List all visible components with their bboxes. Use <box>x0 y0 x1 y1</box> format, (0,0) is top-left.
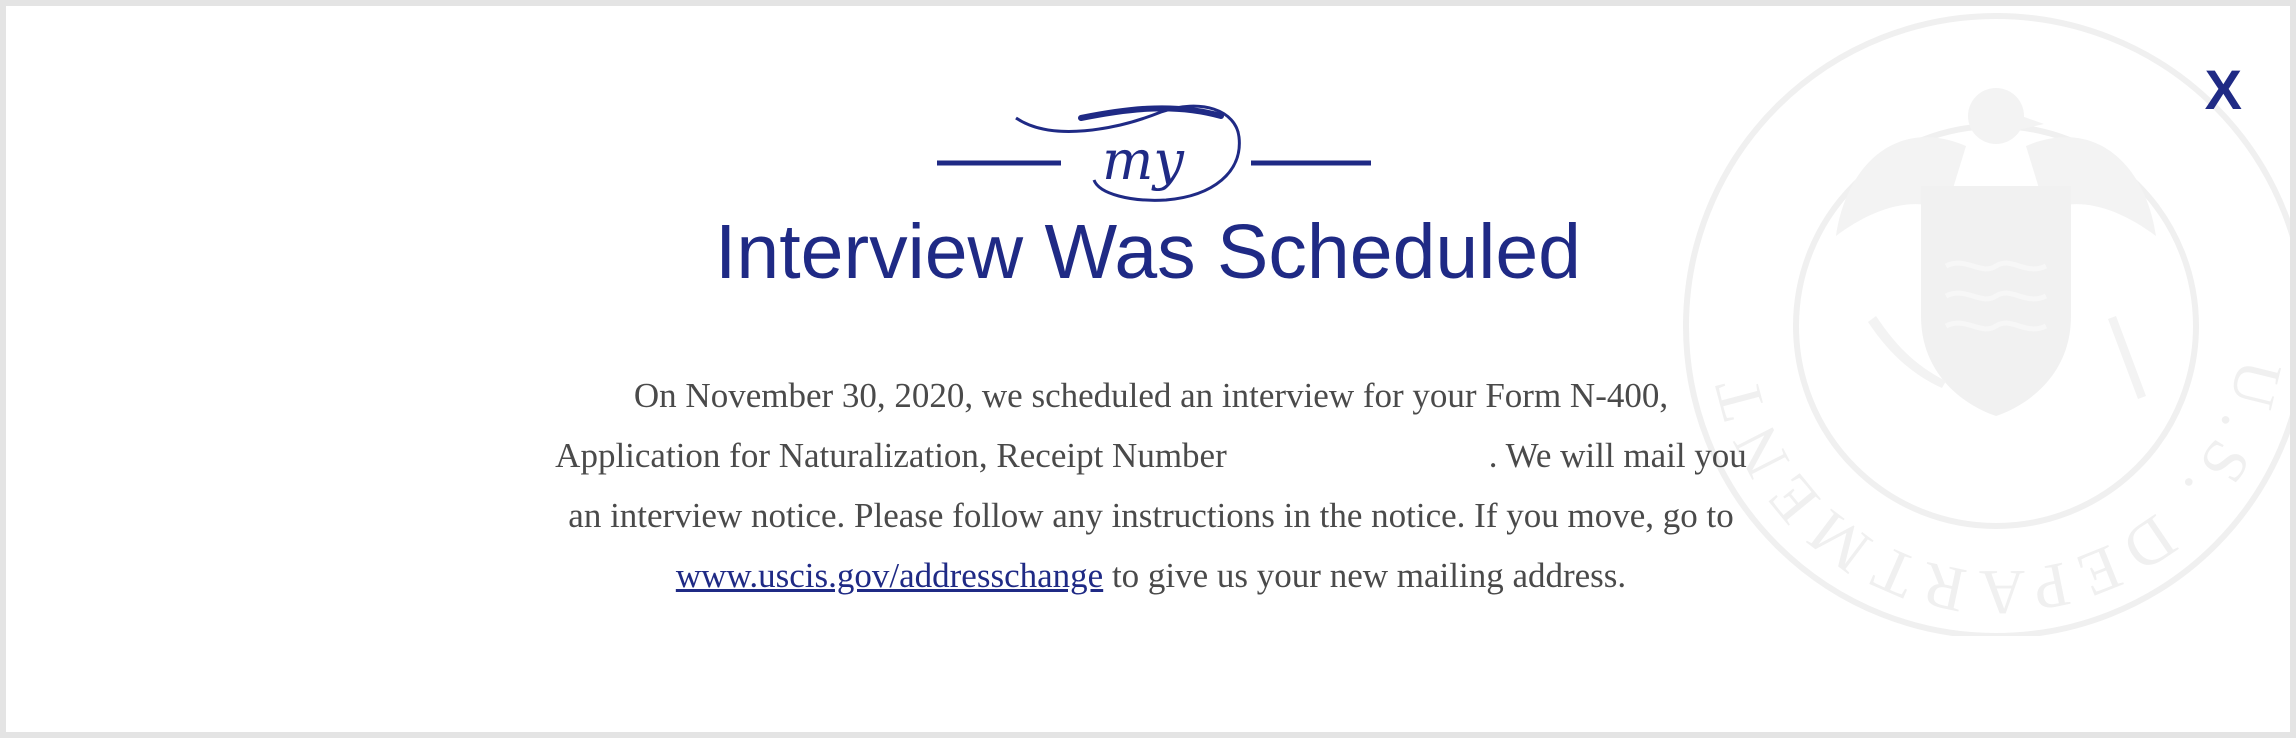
message-line-3: an interview notice. Please follow any i… <box>568 496 1734 535</box>
my-uscis-logo: my <box>937 104 1371 202</box>
close-icon[interactable]: X <box>2205 58 2242 121</box>
receipt-number-redacted <box>1227 441 1489 476</box>
close-button[interactable]: X <box>2205 62 2242 118</box>
interview-scheduled-modal: U.S. DEPARTMENT OF HOMELAND SECURITY X m… <box>6 6 2290 732</box>
status-message: On November 30, 2020, we scheduled an in… <box>486 366 1816 606</box>
message-line-2-end: . We will mail you <box>1488 436 1747 475</box>
message-line-2: Application for Naturalization, Receipt … <box>555 436 1227 475</box>
modal-title: Interview Was Scheduled <box>715 209 1581 295</box>
message-line-4: to give us your new mailing address. <box>1103 556 1627 595</box>
address-change-link[interactable]: www.uscis.gov/addresschange <box>676 556 1103 595</box>
message-line-1: On November 30, 2020, we scheduled an in… <box>633 376 1669 415</box>
svg-text:my: my <box>1102 129 1185 192</box>
